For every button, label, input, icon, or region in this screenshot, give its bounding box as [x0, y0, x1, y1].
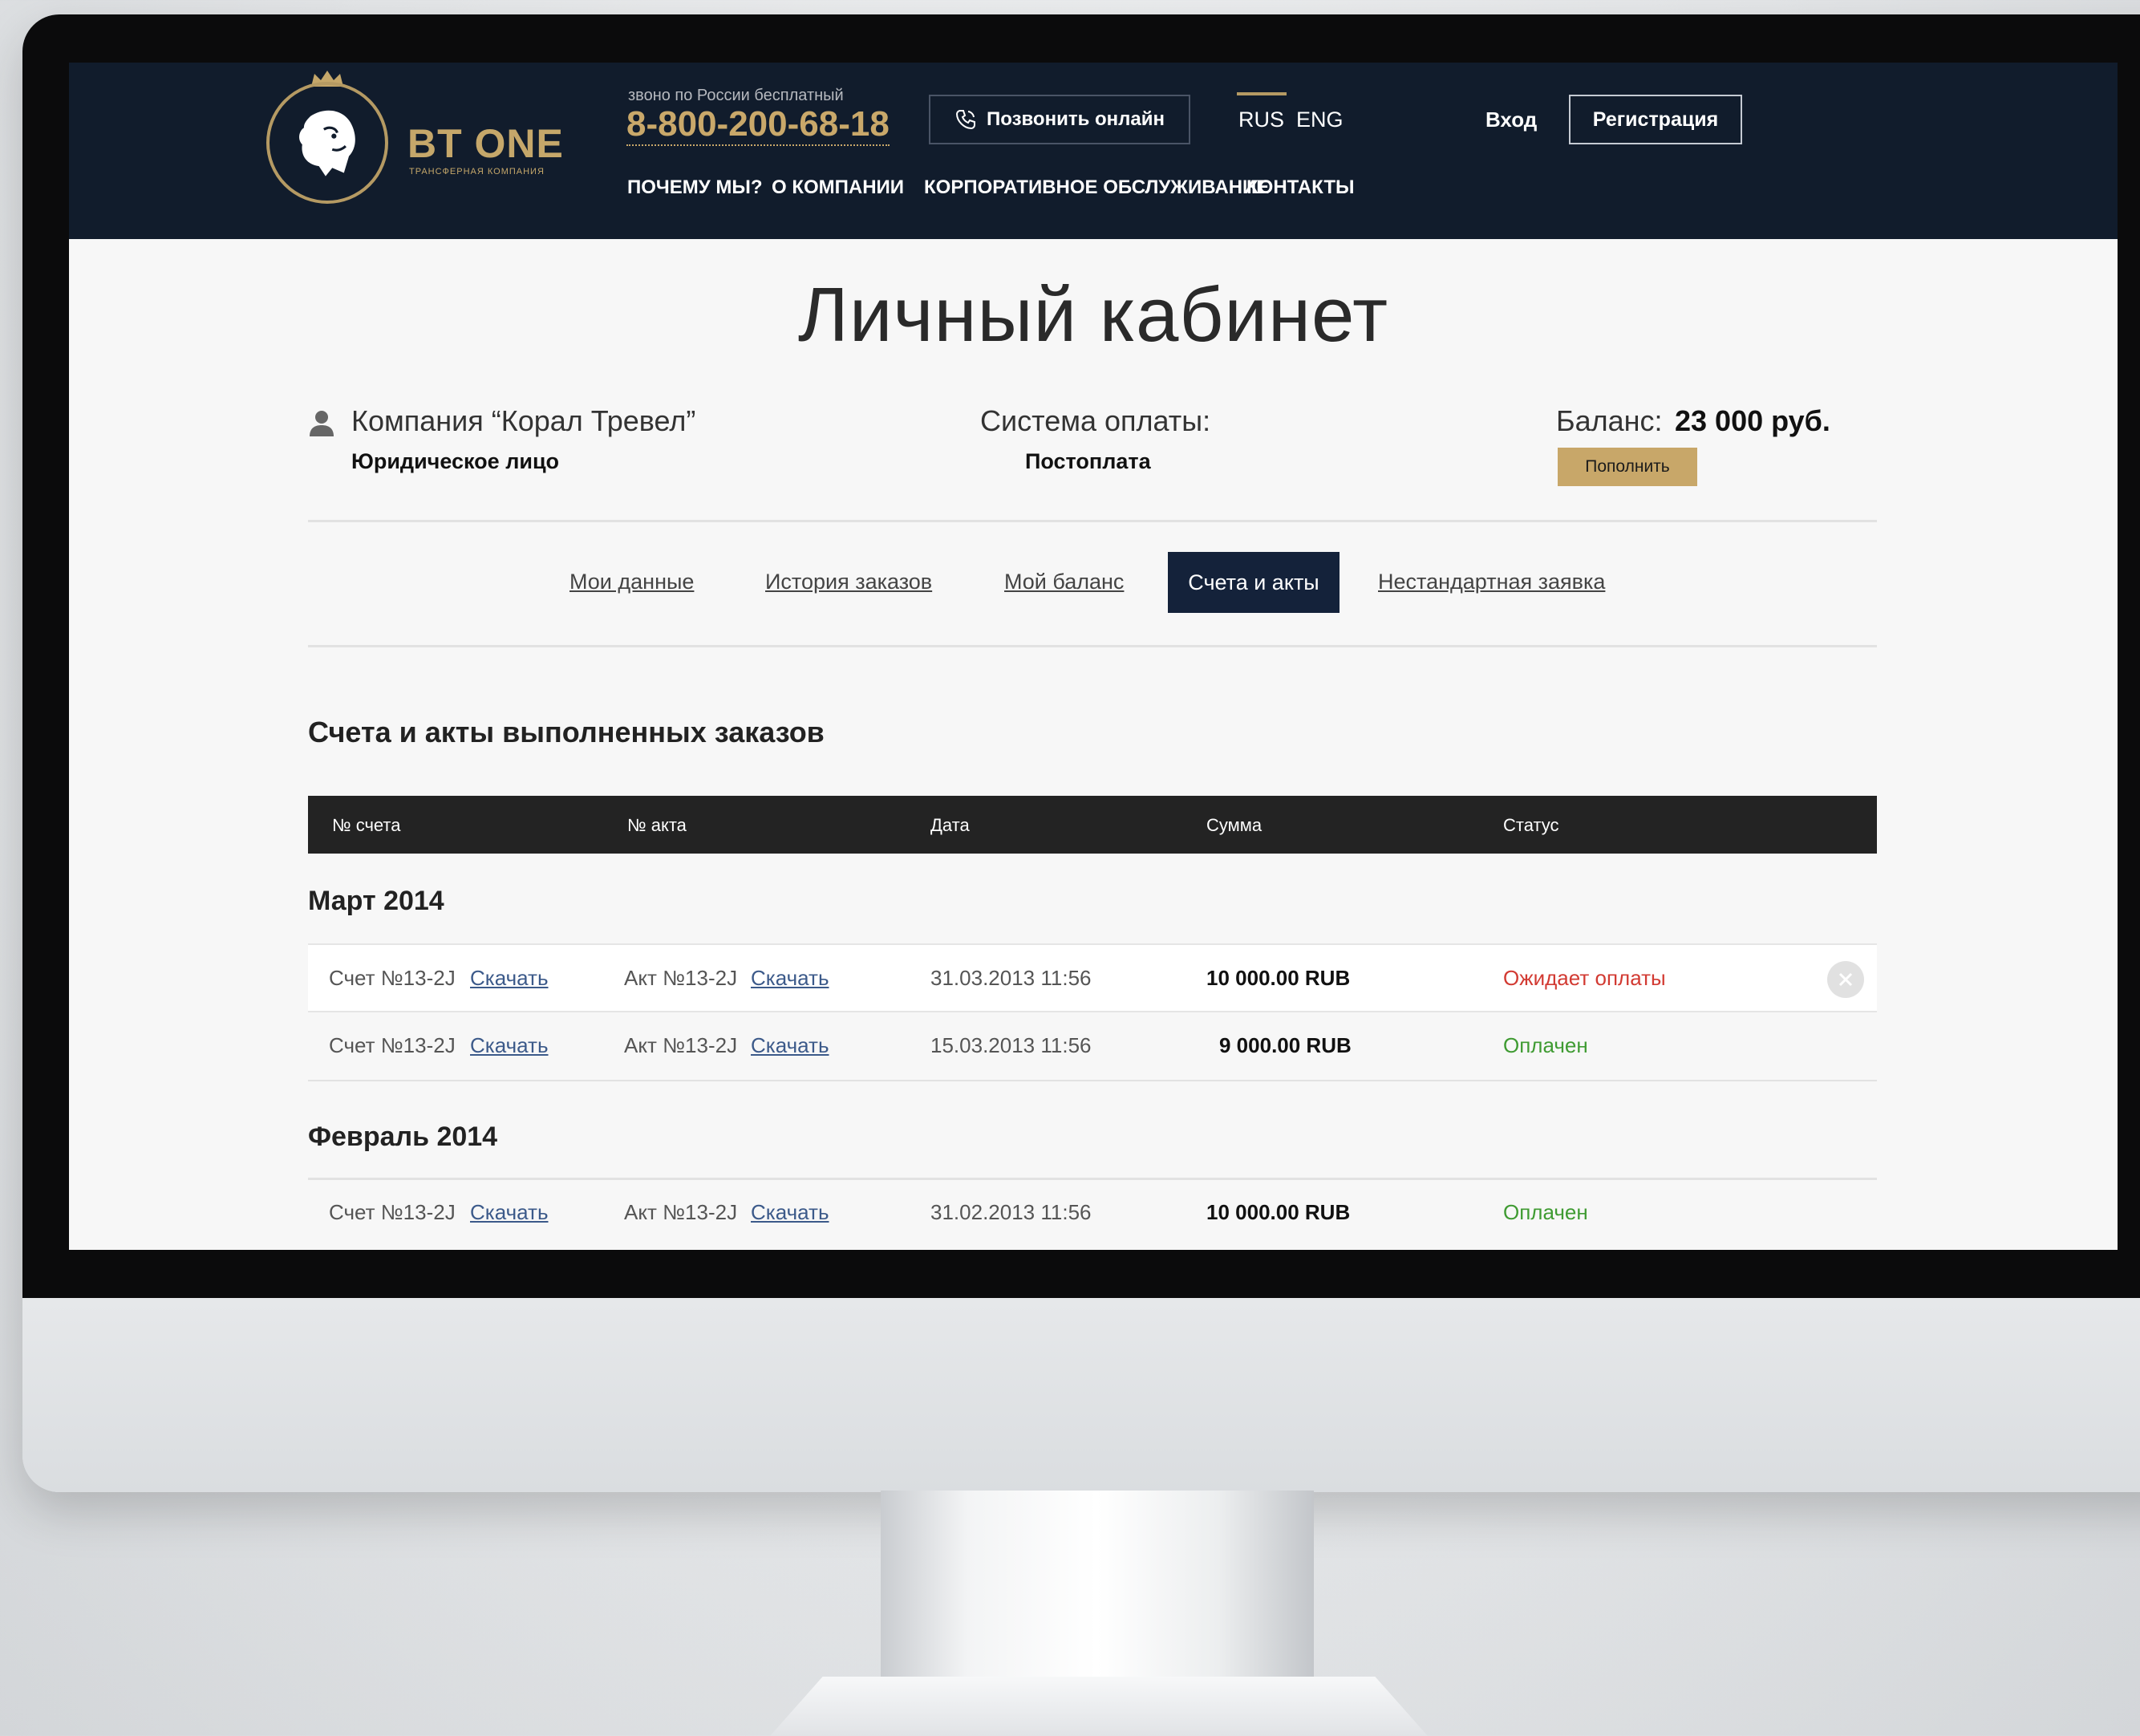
month-heading: Март 2014	[308, 886, 444, 916]
row-date: 31.03.2013 11:56	[930, 966, 1092, 990]
topup-button[interactable]: Пополнить	[1558, 448, 1697, 486]
status-badge: Оплачен	[1503, 1033, 1588, 1057]
table-row: Счет №13-2J Скачать Акт №13-2J Скачать 3…	[308, 943, 1877, 1012]
act-download-link[interactable]: Скачать	[751, 1200, 829, 1225]
row-sum: 10 000.00 RUB	[1206, 966, 1351, 990]
phone-note: звоно по России бесплатный	[628, 87, 844, 104]
column-header: № акта	[627, 815, 687, 835]
lang-eng[interactable]: ENG	[1296, 107, 1344, 132]
invoice-download-link[interactable]: Скачать	[470, 1033, 549, 1058]
table-row: Счет №13-2J Скачать Акт №13-2J Скачать 1…	[308, 1012, 1877, 1081]
lang-rus[interactable]: RUS	[1238, 107, 1284, 132]
month-heading: Февраль 2014	[308, 1122, 498, 1152]
balance-value: 23 000 руб.	[1675, 404, 1830, 437]
tab-my-balance[interactable]: Мой баланс	[1004, 570, 1124, 594]
register-button[interactable]: Регистрация	[1569, 95, 1742, 144]
page-title: Личный кабинет	[797, 272, 1389, 358]
status-badge: Ожидает оплаты	[1503, 966, 1666, 990]
nav-about[interactable]: О КОМПАНИИ	[772, 176, 904, 199]
divider	[308, 645, 1877, 647]
table-header: № счета № акта Дата Сумма Статус	[308, 796, 1877, 854]
tab-invoices-acts[interactable]: Счета и акты	[1168, 552, 1340, 613]
status-badge: Оплачен	[1503, 1200, 1588, 1224]
act-download-link[interactable]: Скачать	[751, 966, 829, 991]
row-date: 31.02.2013 11:56	[930, 1200, 1092, 1224]
column-header: Статус	[1503, 815, 1559, 835]
company-name: Компания “Корал Тревел”	[351, 404, 696, 437]
logo-title[interactable]: BT ONE	[407, 120, 564, 167]
invoice-number: Счет №13-2J	[329, 1033, 456, 1057]
lion-logo-icon[interactable]	[266, 82, 388, 204]
login-link[interactable]: Вход	[1485, 107, 1537, 132]
row-date: 15.03.2013 11:56	[930, 1033, 1092, 1057]
act-number: Акт №13-2J	[624, 1033, 738, 1057]
lang-active-indicator	[1237, 92, 1287, 95]
row-sum: 10 000.00 RUB	[1206, 1200, 1351, 1224]
tab-order-history[interactable]: История заказов	[765, 570, 932, 594]
act-download-link[interactable]: Скачать	[751, 1033, 829, 1058]
nav-why-us[interactable]: ПОЧЕМУ МЫ?	[627, 176, 763, 199]
phone-icon	[955, 110, 975, 130]
act-number: Акт №13-2J	[624, 1200, 738, 1224]
divider	[308, 520, 1877, 522]
company-type: Юридическое лицо	[351, 449, 560, 473]
payment-system-value: Постоплата	[1025, 449, 1151, 473]
invoice-number: Счет №13-2J	[329, 1200, 456, 1224]
balance-label: Баланс:	[1556, 404, 1663, 437]
invoice-download-link[interactable]: Скачать	[470, 1200, 549, 1225]
payment-system-label: Система оплаты:	[980, 404, 1211, 437]
nav-contacts[interactable]: КОНТАКТЫ	[1246, 176, 1355, 199]
row-sum: 9 000.00 RUB	[1219, 1033, 1352, 1057]
table-row: Счет №13-2J Скачать Акт №13-2J Скачать 3…	[308, 1179, 1877, 1248]
nav-corporate[interactable]: КОРПОРАТИВНОЕ ОБСЛУЖИВАНИЕ	[924, 176, 1269, 199]
section-title: Счета и акты выполненных заказов	[308, 716, 825, 748]
act-number: Акт №13-2J	[624, 966, 738, 990]
monitor-chin	[22, 1298, 2140, 1492]
screen: BT ONE трансферная компания звоно по Рос…	[69, 63, 2118, 1250]
close-icon[interactable]	[1827, 961, 1864, 998]
tab-my-data[interactable]: Мои данные	[569, 570, 694, 594]
column-header: Сумма	[1206, 815, 1263, 835]
invoice-download-link[interactable]: Скачать	[470, 966, 549, 991]
logo-subtitle: трансферная компания	[409, 167, 545, 176]
invoice-number: Счет №13-2J	[329, 966, 456, 990]
call-online-label: Позвонить онлайн	[986, 108, 1165, 130]
site-header: BT ONE трансферная компания звоно по Рос…	[69, 63, 2118, 239]
column-header: № счета	[332, 815, 401, 835]
tab-custom-request[interactable]: Нестандартная заявка	[1378, 570, 1605, 594]
phone-number[interactable]: 8-800-200-68-18	[626, 104, 890, 146]
user-icon	[310, 411, 334, 436]
monitor-stand-base	[770, 1677, 1428, 1736]
call-online-button[interactable]: Позвонить онлайн	[929, 95, 1190, 144]
column-header: Дата	[930, 815, 970, 835]
